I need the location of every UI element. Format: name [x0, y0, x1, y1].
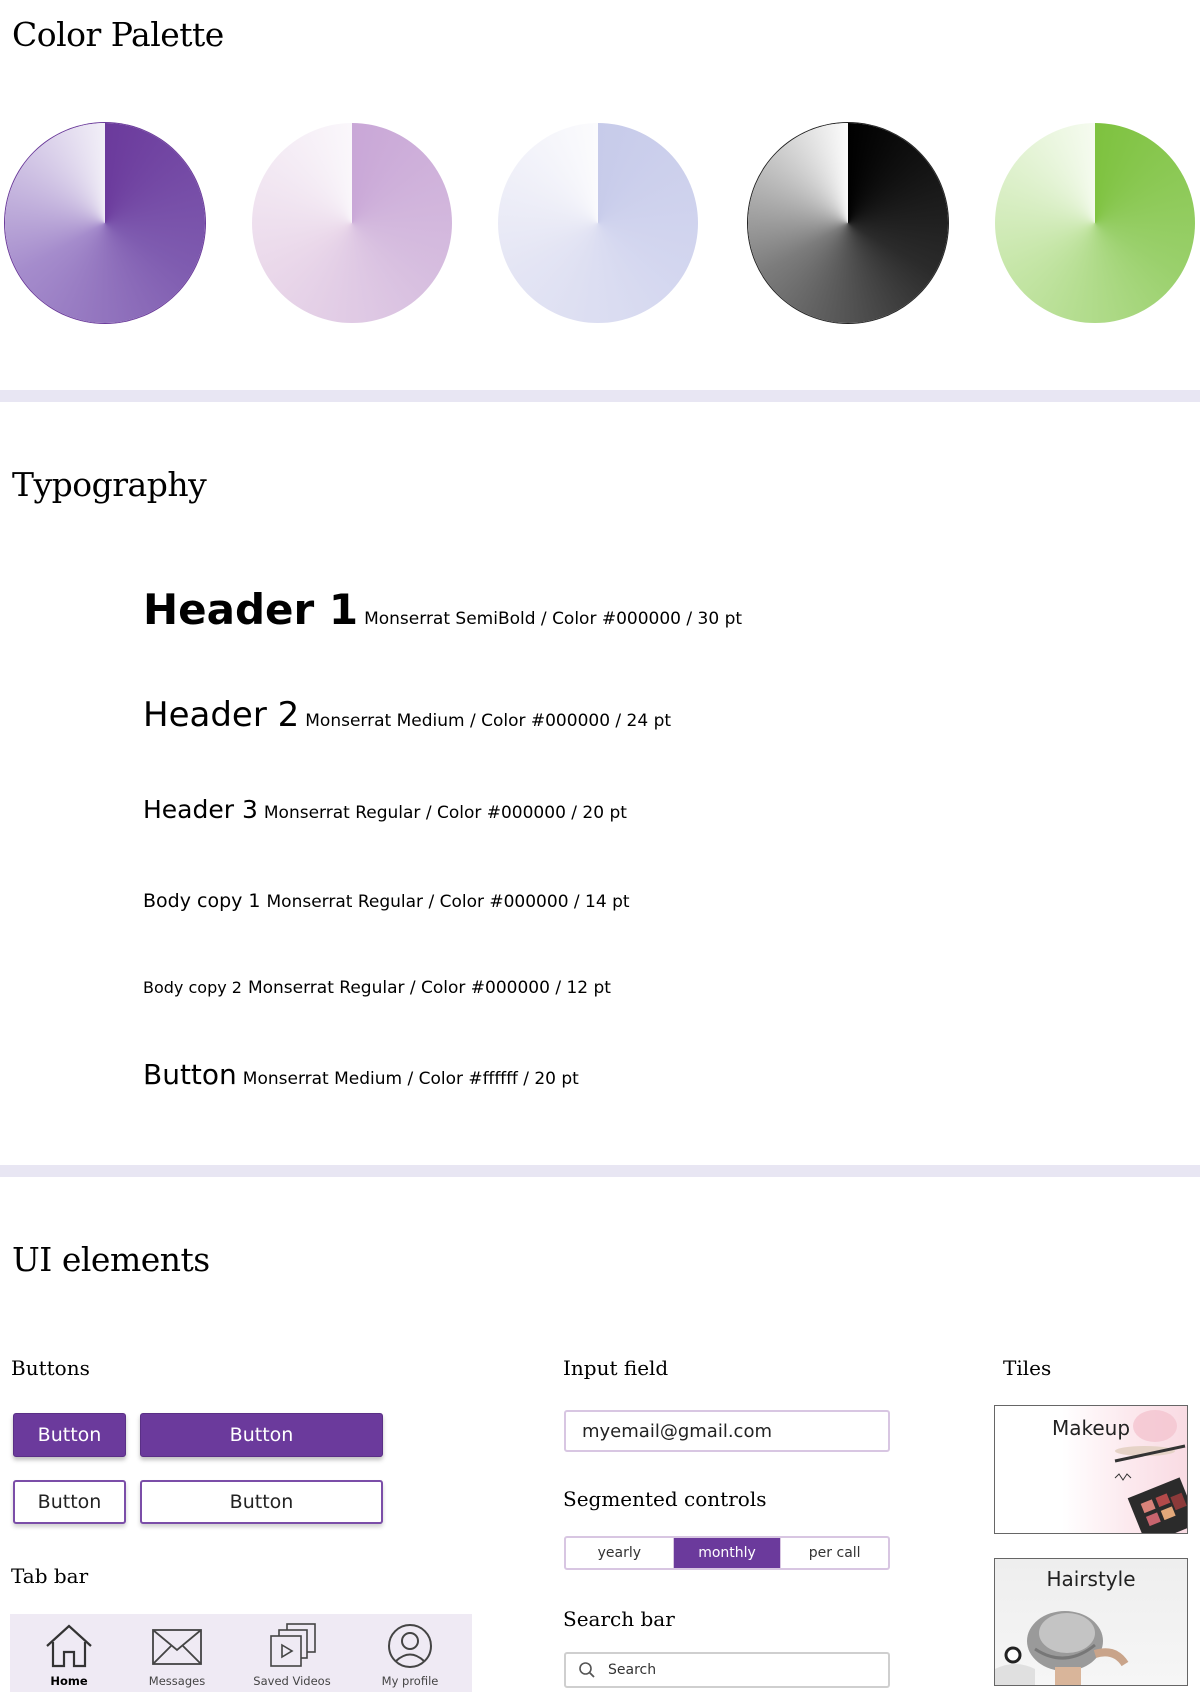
type-spec: Monserrat Medium / Color #ffffff / 20 pt: [242, 1069, 579, 1089]
email-field[interactable]: myemail@gmail.com: [564, 1410, 890, 1452]
type-row-body2: Body copy 2 Monserrat Regular / Color #00…: [143, 978, 611, 998]
tab-messages[interactable]: Messages: [127, 1622, 227, 1688]
type-row-header1: Header 1 Monserrat SemiBold / Color #0000…: [143, 585, 742, 634]
video-stack-icon: [270, 1623, 316, 1667]
search-input[interactable]: Search: [564, 1652, 890, 1688]
type-row-body1: Body copy 1 Monserrat Regular / Color #00…: [143, 890, 630, 912]
swatch-lilac: [252, 123, 452, 323]
type-sample-label: Header 1: [143, 585, 359, 634]
type-sample-label: Button: [143, 1058, 237, 1091]
segmented-control: yearly monthly per call: [564, 1536, 890, 1570]
buttons-title: Buttons: [11, 1356, 90, 1380]
swatch-black: [748, 123, 948, 323]
type-row-header3: Header 3 Monserrat Regular / Color #00000…: [143, 795, 627, 824]
type-spec: Monserrat Medium / Color #000000 / 24 pt: [305, 711, 672, 731]
divider: [0, 390, 1200, 402]
typography-title: Typography: [12, 465, 207, 504]
type-spec: Monserrat Regular / Color #000000 / 14 p…: [266, 892, 630, 912]
type-spec: Monserrat Regular / Color #000000 / 12 p…: [247, 978, 611, 998]
tab-label: Home: [50, 1674, 88, 1688]
type-row-header2: Header 2 Monserrat Medium / Color #000000…: [143, 695, 671, 735]
type-sample-label: Body copy 1: [143, 890, 261, 912]
tile-makeup[interactable]: Makeup: [994, 1405, 1188, 1534]
secondary-button-wide[interactable]: Button: [140, 1480, 383, 1524]
tabbar-title: Tab bar: [11, 1564, 89, 1588]
tiles-title: Tiles: [1003, 1356, 1052, 1380]
home-icon: [46, 1624, 92, 1668]
tab-label: Messages: [148, 1674, 206, 1688]
tile-hairstyle[interactable]: Hairstyle: [994, 1558, 1188, 1686]
swatch-purple: [5, 123, 205, 323]
segmented-title: Segmented controls: [563, 1487, 767, 1511]
type-row-button: Button Monserrat Medium / Color #ffffff /…: [143, 1058, 579, 1091]
type-sample-label: Body copy 2: [143, 978, 242, 997]
search-icon: [579, 1662, 595, 1678]
tile-label: Hairstyle: [1046, 1567, 1136, 1591]
tile-label: Makeup: [1051, 1416, 1131, 1440]
search-placeholder: Search: [608, 1662, 657, 1678]
type-sample-label: Header 2: [143, 695, 300, 735]
segment-yearly[interactable]: yearly: [566, 1538, 674, 1568]
primary-button-small[interactable]: Button: [13, 1413, 126, 1457]
profile-icon: [388, 1624, 432, 1668]
tab-bar: Home Messages Saved Videos My profile: [10, 1614, 472, 1692]
primary-button-wide[interactable]: Button: [140, 1413, 383, 1457]
tab-my-profile[interactable]: My profile: [360, 1622, 460, 1688]
segment-per-call[interactable]: per call: [781, 1538, 888, 1568]
ui-elements-title: UI elements: [12, 1240, 210, 1279]
swatch-green: [995, 123, 1195, 323]
type-spec: Monserrat SemiBold / Color #000000 / 30 …: [364, 609, 743, 629]
input-field-title: Input field: [563, 1356, 669, 1380]
search-bar-title: Search bar: [563, 1607, 675, 1631]
tab-label: My profile: [381, 1674, 439, 1688]
type-sample-label: Header 3: [143, 795, 258, 824]
envelope-icon: [152, 1629, 202, 1665]
palette-title: Color Palette: [12, 15, 224, 54]
tab-label: Saved Videos: [253, 1674, 331, 1688]
type-spec: Monserrat Regular / Color #000000 / 20 p…: [263, 803, 627, 823]
divider: [0, 1165, 1200, 1177]
segment-monthly[interactable]: monthly: [673, 1538, 782, 1568]
tab-home[interactable]: Home: [19, 1622, 119, 1688]
tab-saved-videos[interactable]: Saved Videos: [242, 1622, 342, 1688]
swatch-periwinkle: [498, 123, 698, 323]
secondary-button-small[interactable]: Button: [13, 1480, 126, 1524]
